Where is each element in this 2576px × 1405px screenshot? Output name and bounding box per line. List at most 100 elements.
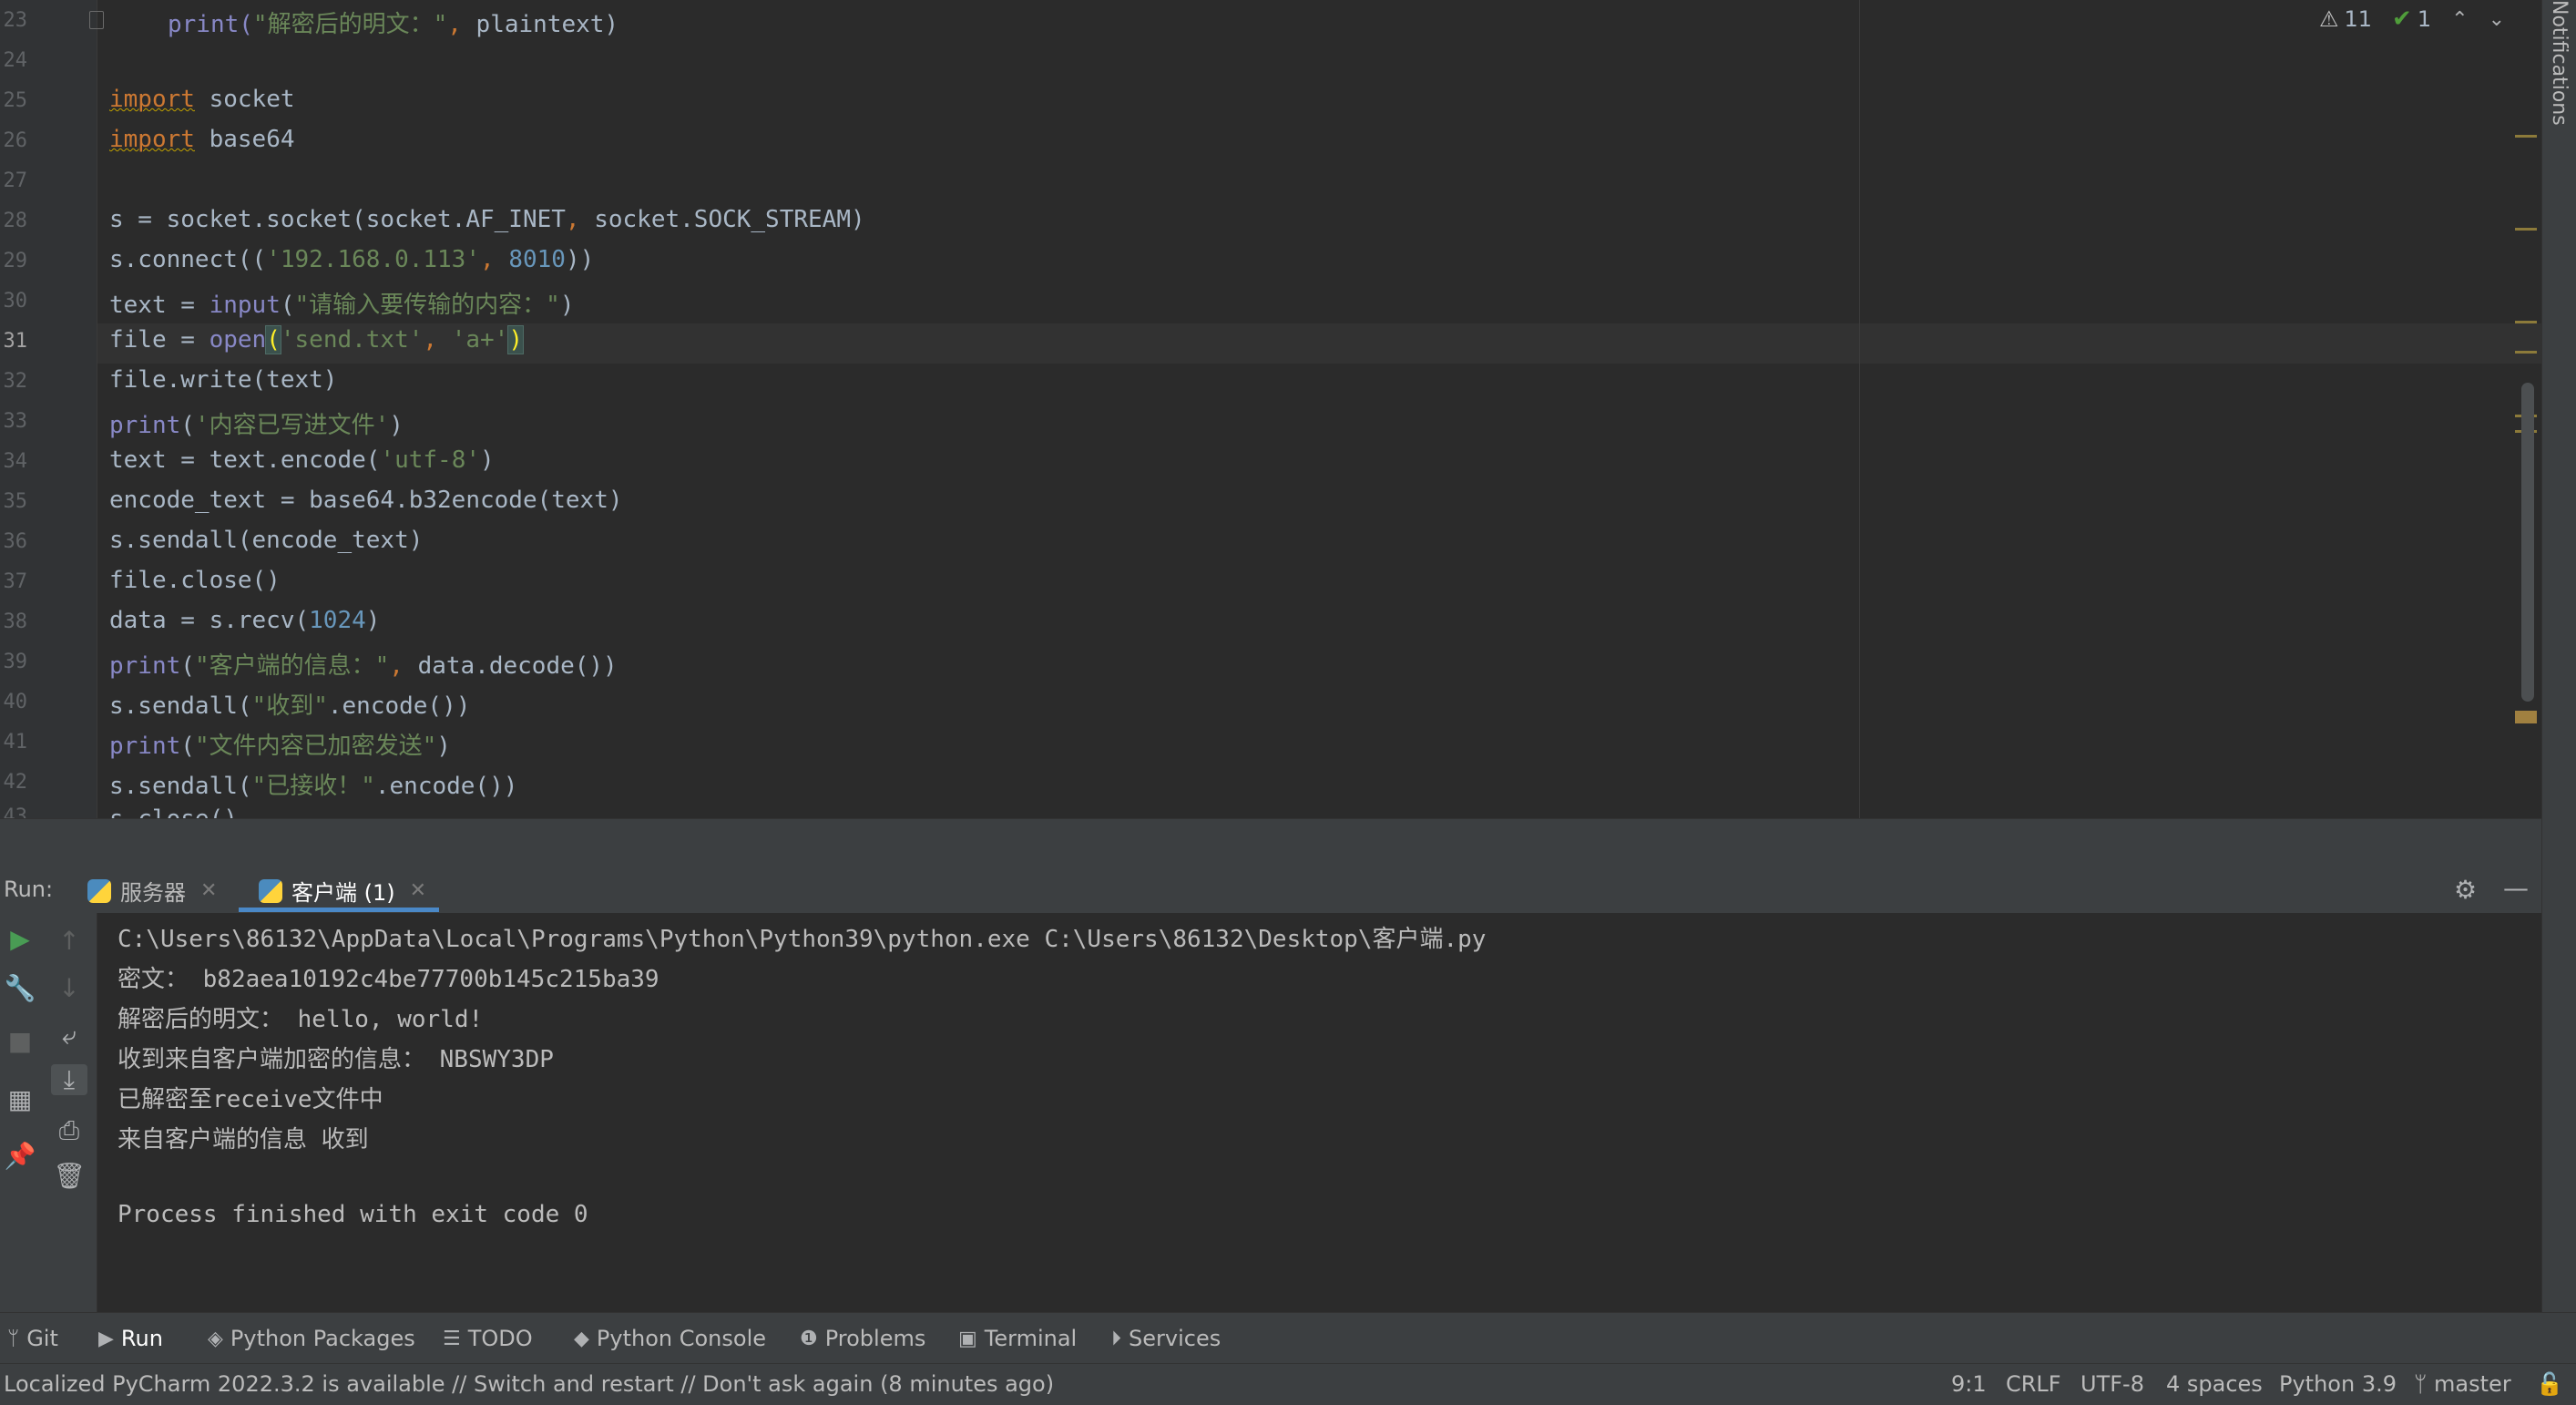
scroll-to-end-icon[interactable]: ⤓	[51, 1064, 87, 1095]
pin-icon[interactable]: 📌	[2, 1141, 38, 1171]
services-icon: ⏵	[1111, 1327, 1122, 1350]
python-packages-button[interactable]: ◈ Python Packages	[208, 1326, 415, 1351]
terminal-button[interactable]: ▣ Terminal	[958, 1326, 1077, 1351]
branch-name: master	[2434, 1371, 2511, 1397]
line-number: 40	[3, 691, 28, 713]
wrench-icon[interactable]: 🔧	[2, 973, 38, 1003]
code-line[interactable]: print("文件内容已加密发送")	[109, 727, 451, 761]
code-line[interactable]: print("客户端的信息：", data.decode())	[109, 647, 618, 681]
inspection-widget[interactable]: ⚠ 11 ✔ 1 ⌃ ⌄	[2319, 5, 2505, 33]
code-line[interactable]: print('内容已写进文件')	[109, 406, 404, 440]
code-line[interactable]: s.sendall("已接收！".encode())	[109, 767, 517, 801]
minimize-icon[interactable]: —	[2503, 873, 2529, 903]
code-line-current[interactable]: file = open('send.txt', 'a+')	[109, 325, 524, 354]
notifications-label[interactable]: Notifications	[2548, 0, 2571, 126]
todo-button[interactable]: ☰ TODO	[443, 1326, 533, 1351]
python-packages-label: Python Packages	[230, 1326, 415, 1351]
git-branch-icon: ᛘ	[7, 1327, 20, 1350]
console-line: 收到来自客户端加密的信息： NBSWY3DP	[118, 1046, 554, 1073]
line-number: 24	[3, 49, 28, 72]
warnings-indicator[interactable]: ⚠ 11	[2319, 6, 2372, 32]
soft-wrap-icon[interactable]: ⤶	[51, 1020, 87, 1051]
code-line[interactable]: file.close()	[109, 567, 281, 594]
close-icon[interactable]: ✕	[410, 879, 426, 902]
warning-mark[interactable]	[2515, 351, 2537, 354]
indent-setting[interactable]: 4 spaces	[2166, 1371, 2263, 1397]
line-separator[interactable]: CRLF	[2006, 1371, 2061, 1397]
layers-icon: ◈	[208, 1327, 223, 1350]
caret-position[interactable]: 9:1	[1951, 1371, 1987, 1397]
code-line[interactable]: s.close()	[109, 805, 238, 818]
trash-icon[interactable]: 🗑	[51, 1161, 87, 1191]
layout-icon[interactable]: ▦	[2, 1084, 38, 1114]
python-console-label: Python Console	[596, 1326, 767, 1351]
line-number: 35	[3, 490, 28, 513]
rerun-icon[interactable]: ▶	[2, 924, 38, 954]
code-line[interactable]: import socket	[109, 86, 295, 113]
line-number: 28	[3, 210, 28, 232]
python-console-button[interactable]: ◆ Python Console	[574, 1326, 766, 1351]
services-button[interactable]: ⏵ Services	[1111, 1326, 1221, 1351]
run-tab-client[interactable]: 客户端 (1) ✕	[259, 875, 426, 907]
line-number: 34	[3, 450, 28, 473]
python-file-icon	[87, 878, 111, 903]
line-number: 25	[3, 89, 28, 112]
git-branch[interactable]: ᛘ master	[2414, 1371, 2511, 1397]
terminal-label: Terminal	[984, 1326, 1078, 1351]
tab-label: 客户端 (1)	[291, 880, 395, 906]
fold-icon[interactable]	[89, 11, 104, 29]
lock-icon[interactable]: 🔓	[2536, 1371, 2563, 1397]
typo-indicator[interactable]: ✔ 1	[2392, 5, 2431, 33]
run-button[interactable]: ▶ Run	[98, 1326, 163, 1351]
warning-mark[interactable]	[2515, 321, 2537, 323]
panel-splitter[interactable]	[0, 818, 2541, 867]
problems-button[interactable]: ❶ Problems	[800, 1326, 925, 1351]
warning-mark[interactable]	[2515, 711, 2537, 723]
git-button[interactable]: ᛘ Git	[7, 1326, 58, 1351]
check-icon: ✔	[2392, 5, 2412, 33]
close-icon[interactable]: ✕	[200, 879, 217, 902]
console-line: 解密后的明文： hello, world!	[118, 1006, 484, 1033]
arrow-up-icon[interactable]: ↑	[51, 926, 87, 956]
line-number: 43	[3, 805, 28, 818]
line-number-gutter: 23 24 25 26 27 28 29 30 31 32 33 34 35 3…	[0, 0, 104, 818]
chevron-up-icon[interactable]: ⌃	[2451, 8, 2468, 31]
code-line[interactable]: s.connect(('192.168.0.113', 8010))	[109, 246, 594, 273]
tool-window-bar: ᛘ Git ▶ Run ◈ Python Packages ☰ TODO ◆ P…	[0, 1312, 2576, 1364]
editor-scrollbar[interactable]	[2521, 383, 2534, 702]
line-number: 23	[3, 9, 28, 32]
warning-mark[interactable]	[2515, 228, 2537, 231]
warning-icon: ⚠	[2318, 6, 2339, 32]
print-icon[interactable]: ⎙	[51, 1115, 87, 1146]
code-line[interactable]: file.write(text)	[109, 366, 337, 394]
run-toolbar-secondary: ↑ ↓ ⤶ ⤓ ⎙ 🗑	[44, 913, 97, 1312]
warnings-count: 11	[2344, 6, 2373, 32]
run-tab-server[interactable]: 服务器 ✕	[87, 875, 217, 907]
todo-label: TODO	[467, 1326, 533, 1351]
code-line[interactable]: text = input("请输入要传输的内容：")	[109, 286, 574, 320]
chevron-down-icon[interactable]: ⌄	[2489, 8, 2505, 31]
code-line[interactable]: import base64	[109, 126, 295, 153]
play-icon: ▶	[98, 1327, 114, 1350]
code-line[interactable]: text = text.encode('utf-8')	[109, 446, 495, 474]
code-line[interactable]: s.sendall(encode_text)	[109, 527, 423, 554]
code-editor[interactable]: 23 24 25 26 27 28 29 30 31 32 33 34 35 3…	[0, 0, 2541, 818]
arrow-down-icon[interactable]: ↓	[51, 973, 87, 1003]
run-console-output[interactable]: C:\Users\86132\AppData\Local\Programs\Py…	[97, 913, 2541, 1312]
stop-icon[interactable]: ■	[2, 1026, 38, 1056]
line-number: 29	[3, 250, 28, 272]
code-line[interactable]: print("解密后的明文：", plaintext)	[168, 5, 618, 39]
console-line: C:\Users\86132\AppData\Local\Programs\Py…	[118, 926, 1487, 953]
notifications-sidebar[interactable]: Notifications	[2541, 0, 2576, 1312]
update-notification[interactable]: Localized PyCharm 2022.3.2 is available …	[4, 1371, 1054, 1397]
code-line[interactable]: s = socket.socket(socket.AF_INET, socket…	[109, 206, 865, 233]
gear-icon[interactable]: ⚙	[2454, 875, 2477, 905]
line-number: 32	[3, 370, 28, 393]
warning-mark[interactable]	[2515, 135, 2537, 138]
code-line[interactable]: encode_text = base64.b32encode(text)	[109, 487, 623, 514]
code-line[interactable]: data = s.recv(1024)	[109, 607, 380, 634]
file-encoding[interactable]: UTF-8	[2080, 1371, 2144, 1397]
line-number: 38	[3, 610, 28, 633]
python-interpreter[interactable]: Python 3.9	[2279, 1371, 2397, 1397]
code-line[interactable]: s.sendall("收到".encode())	[109, 687, 470, 721]
